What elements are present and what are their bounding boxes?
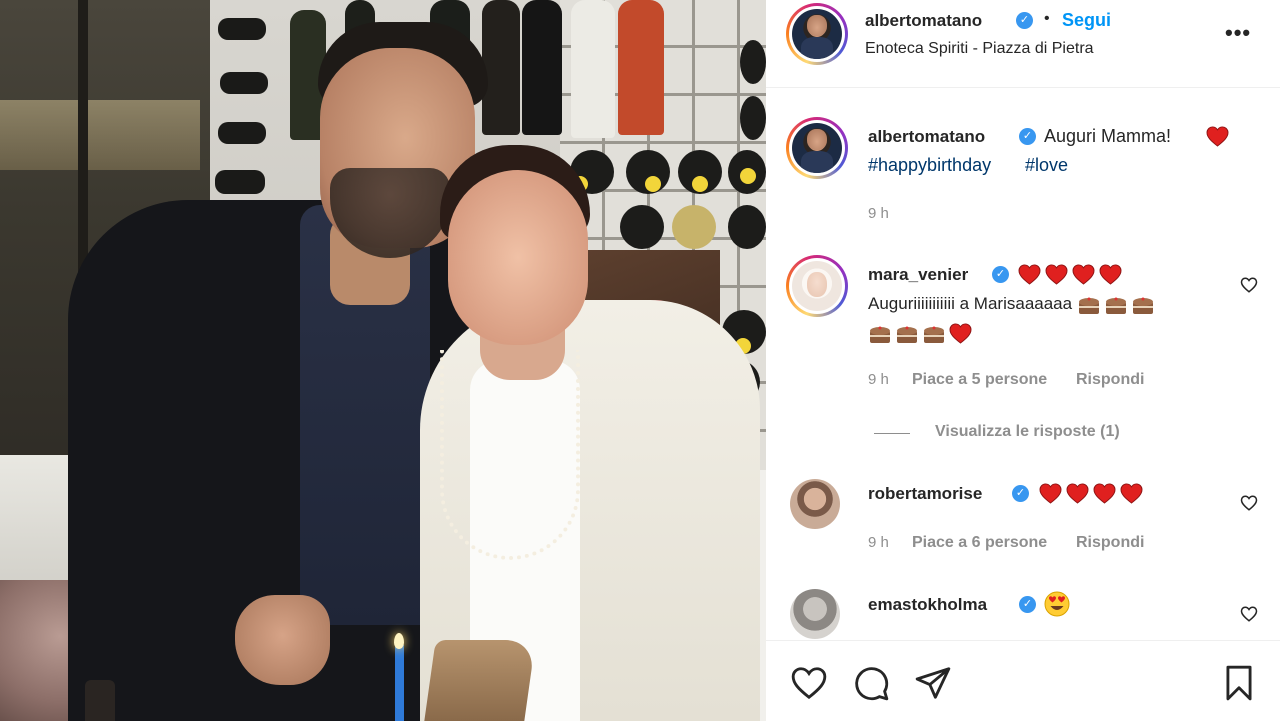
cake-emoji-icon (1078, 297, 1099, 314)
reply-button[interactable]: Rispondi (1076, 534, 1144, 552)
save-icon[interactable] (1220, 664, 1258, 702)
comment-heart-emojis (1039, 483, 1147, 507)
red-heart-icon (1072, 264, 1095, 285)
cake-emoji-icon (1105, 297, 1126, 314)
more-options-icon[interactable]: ••• (1225, 20, 1251, 46)
comment-icon[interactable] (852, 664, 890, 702)
like-icon[interactable] (790, 664, 828, 702)
comment-likes-count[interactable]: Piace a 6 persone (912, 534, 1047, 552)
red-heart-icon (1039, 483, 1062, 504)
post-header: albertomatano • Segui Enoteca Spiriti - … (766, 0, 1280, 88)
avatar[interactable] (792, 123, 842, 173)
comment-timestamp[interactable]: 9 h (868, 534, 889, 551)
red-heart-icon (1099, 264, 1122, 285)
comment-username[interactable]: mara_venier (868, 265, 968, 285)
verified-badge-icon (992, 266, 1009, 283)
post-action-bar (766, 640, 1280, 721)
verified-badge-icon (1019, 596, 1036, 613)
cake-emoji-icon (897, 326, 917, 343)
pearl-necklace (440, 350, 580, 560)
follow-button[interactable]: Segui (1062, 10, 1111, 31)
heart-eyes-emoji-icon (1044, 591, 1070, 617)
red-heart-icon (1206, 126, 1229, 147)
comment-like-icon[interactable] (1240, 494, 1258, 512)
red-heart-icon (1120, 483, 1143, 504)
comment-body: Auguriiiiiiiiiii a Marisaaaaaa (868, 289, 1238, 347)
red-heart-icon (949, 323, 972, 344)
caption-text: Auguri Mamma! (1044, 126, 1172, 146)
verified-badge-icon (1016, 12, 1033, 29)
post-photo[interactable] (0, 0, 766, 721)
verified-badge-icon (1019, 128, 1036, 145)
birthday-cake (424, 640, 536, 721)
comment-like-icon[interactable] (1240, 276, 1258, 294)
view-replies-button[interactable]: Visualizza le risposte (1) (935, 423, 1120, 441)
comment-timestamp[interactable]: 9 h (868, 371, 889, 388)
avatar[interactable] (792, 261, 842, 311)
comment-likes-count[interactable]: Piace a 5 persone (912, 371, 1047, 389)
hashtag-happybirthday[interactable]: #happybirthday (868, 155, 991, 176)
cake-emoji-icon (924, 326, 944, 343)
location-link[interactable]: Enoteca Spiriti - Piazza di Pietra (865, 40, 1094, 58)
avatar[interactable] (792, 9, 842, 59)
caption-timestamp[interactable]: 9 h (868, 205, 889, 222)
verified-badge-icon (1012, 485, 1029, 502)
share-icon[interactable] (914, 664, 952, 702)
cake-emoji-icon (1132, 297, 1153, 314)
separator-dot: • (1044, 10, 1050, 27)
comment-username[interactable]: robertamorise (868, 484, 982, 504)
caption-username[interactable]: albertomatano (868, 127, 985, 147)
comment-like-icon[interactable] (1240, 605, 1258, 623)
comment-heart-emojis (1018, 264, 1126, 288)
red-heart-icon (1018, 264, 1041, 285)
red-heart-icon (1045, 264, 1068, 285)
reply-button[interactable]: Rispondi (1076, 371, 1144, 389)
avatar[interactable] (790, 589, 840, 639)
post-author-username[interactable]: albertomatano (865, 11, 982, 31)
cake-emoji-icon (870, 326, 890, 343)
candle (395, 645, 404, 721)
replies-divider (874, 433, 910, 434)
hashtag-love[interactable]: #love (1025, 155, 1068, 176)
post-side-panel: albertomatano • Segui Enoteca Spiriti - … (766, 0, 1280, 721)
red-heart-icon (1066, 483, 1089, 504)
comment-text: Auguriiiiiiiiiii a Marisaaaaaa (868, 294, 1073, 313)
comment-username[interactable]: emastokholma (868, 595, 987, 615)
red-heart-icon (1093, 483, 1116, 504)
avatar[interactable] (790, 479, 840, 529)
